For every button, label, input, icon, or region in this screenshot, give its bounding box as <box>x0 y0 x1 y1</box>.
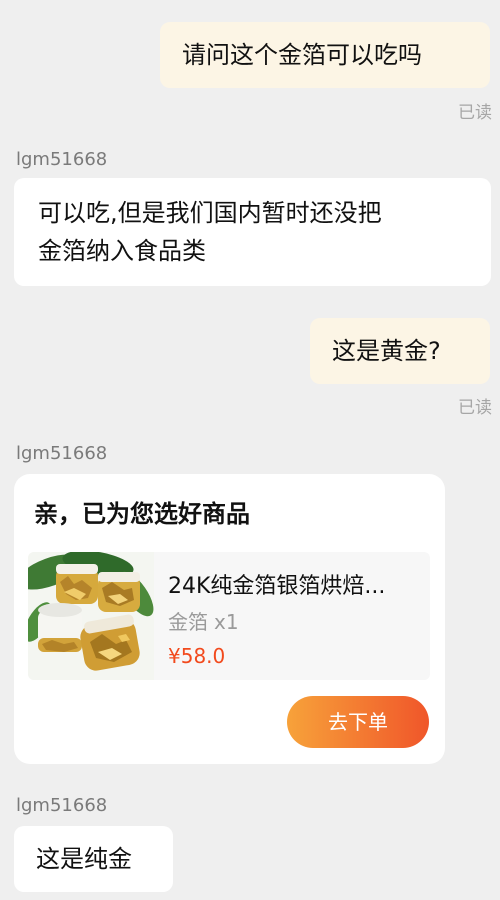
place-order-button[interactable]: 去下单 <box>287 696 429 748</box>
read-status: 已读 <box>458 398 492 418</box>
product-item[interactable]: 24K纯金箔银箔烘焙... 金箔 x1 ¥58.0 <box>28 552 430 680</box>
message-text: 这是黄金? <box>332 337 441 365</box>
outgoing-message-bubble[interactable]: 请问这个金箔可以吃吗 <box>160 22 490 88</box>
incoming-message-bubble[interactable]: 可以吃,但是我们国内暂时还没把 金箔纳入食品类 <box>14 178 491 286</box>
message-text: 可以吃,但是我们国内暂时还没把 <box>38 199 382 227</box>
product-price: ¥58.0 <box>168 644 226 668</box>
outgoing-message-bubble[interactable]: 这是黄金? <box>310 318 490 384</box>
sender-name: lgm51668 <box>16 149 108 170</box>
sender-name: lgm51668 <box>16 795 108 816</box>
message-text: 这是纯金 <box>36 845 132 873</box>
product-variant: 金箔 <box>168 610 208 634</box>
message-text: 金箔纳入食品类 <box>38 237 206 265</box>
message-text: 请问这个金箔可以吃吗 <box>182 41 422 69</box>
product-spec: 金箔 x1 <box>168 606 239 635</box>
product-name[interactable]: 24K纯金箔银箔烘焙... <box>168 568 423 600</box>
read-status: 已读 <box>458 103 492 123</box>
sender-name: lgm51668 <box>16 443 108 464</box>
incoming-message-bubble[interactable]: 这是纯金 <box>14 826 173 892</box>
product-image[interactable] <box>28 552 154 680</box>
product-quantity: x1 <box>214 610 239 634</box>
card-title: 亲，已为您选好商品 <box>34 500 250 528</box>
product-recommendation-card[interactable]: 亲，已为您选好商品 24K纯金箔银箔烘焙... 金箔 x1 ¥58.0 去下单 <box>14 474 445 764</box>
